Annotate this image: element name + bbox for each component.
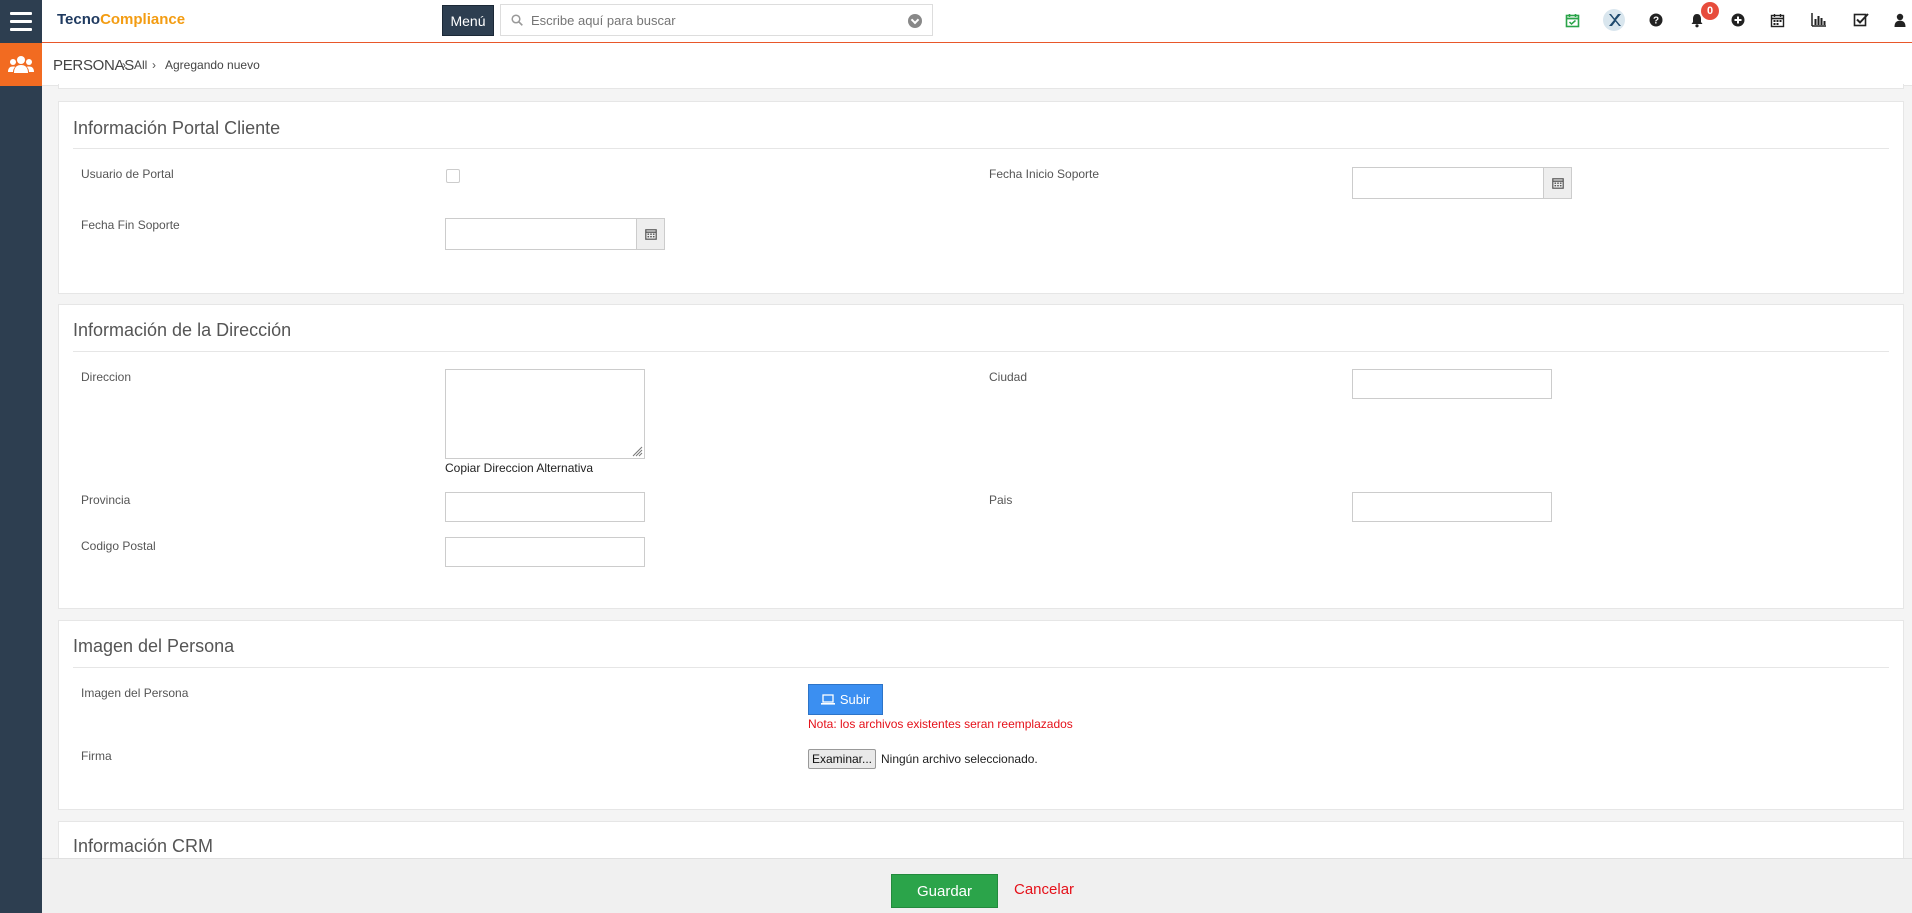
portal-panel-divider bbox=[73, 148, 1889, 149]
menu-button[interactable]: Menú bbox=[442, 5, 494, 36]
user-icon[interactable] bbox=[1889, 9, 1911, 31]
direccion-textarea[interactable] bbox=[445, 369, 645, 459]
contacts-module-icon[interactable] bbox=[0, 43, 42, 86]
address-panel-divider bbox=[73, 351, 1889, 352]
breadcrumb-all[interactable]: All bbox=[134, 58, 147, 72]
portal-panel: Información Portal Cliente bbox=[58, 101, 1904, 294]
crm-panel-title: Información CRM bbox=[73, 836, 214, 856]
provincia-label: Provincia bbox=[81, 493, 131, 507]
fecha-inicio-field[interactable] bbox=[1352, 167, 1572, 199]
browse-button[interactable]: Examinar... bbox=[808, 749, 876, 769]
codigo-postal-label: Codigo Postal bbox=[81, 539, 156, 553]
help-icon[interactable]: ? bbox=[1645, 9, 1667, 31]
image-panel: Imagen del Persona bbox=[58, 620, 1904, 810]
fecha-fin-label: Fecha Fin Soporte bbox=[81, 218, 180, 232]
direccion-label: Direccion bbox=[81, 370, 132, 384]
breadcrumb-current: Agregando nuevo bbox=[165, 58, 260, 72]
top-bar: TecnoCompliance Menú ? 0 bbox=[0, 0, 1912, 43]
notification-badge: 0 bbox=[1701, 2, 1719, 20]
breadcrumb-separator-icon: › bbox=[122, 58, 126, 72]
calendar-check-icon[interactable] bbox=[1561, 9, 1583, 31]
fecha-inicio-label: Fecha Inicio Soporte bbox=[989, 167, 1100, 181]
chevron-down-icon[interactable] bbox=[908, 14, 922, 28]
portal-panel-title: Información Portal Cliente bbox=[73, 118, 281, 138]
global-search[interactable] bbox=[500, 4, 933, 36]
usuario-portal-checkbox[interactable] bbox=[446, 169, 460, 183]
firma-label: Firma bbox=[81, 749, 112, 763]
logo-part-1: Tecno bbox=[57, 11, 101, 28]
breadcrumb: PERSONAS › All › Agregando nuevo bbox=[42, 43, 1912, 86]
codigo-postal-field[interactable] bbox=[445, 537, 645, 567]
plus-circle-icon[interactable] bbox=[1727, 9, 1749, 31]
breadcrumb-separator-icon: › bbox=[152, 58, 156, 72]
usuario-portal-label: Usuario de Portal bbox=[81, 167, 174, 181]
calendar-icon[interactable] bbox=[1543, 168, 1571, 198]
resize-grip-icon[interactable] bbox=[631, 445, 643, 457]
pais-label: Pais bbox=[989, 493, 1013, 507]
upload-label: Subir bbox=[839, 692, 871, 707]
laptop-icon bbox=[820, 694, 835, 705]
left-sidebar bbox=[0, 43, 42, 913]
bar-chart-icon[interactable] bbox=[1807, 9, 1829, 31]
fecha-fin-field[interactable] bbox=[445, 218, 665, 250]
previous-panel-edge bbox=[58, 84, 1904, 89]
upload-button[interactable]: Subir bbox=[808, 684, 883, 715]
hamburger-menu-icon[interactable] bbox=[0, 0, 42, 43]
logo-part-2: Compliance bbox=[100, 11, 186, 28]
ciudad-field[interactable] bbox=[1352, 369, 1552, 399]
app-logo[interactable]: TecnoCompliance bbox=[57, 11, 185, 28]
image-panel-divider bbox=[73, 667, 1889, 668]
x-logo-icon[interactable] bbox=[1602, 8, 1626, 32]
cancel-link[interactable]: Cancelar bbox=[1014, 881, 1074, 898]
checkbox-icon[interactable] bbox=[1850, 9, 1872, 31]
address-panel: Información de la Dirección bbox=[58, 304, 1904, 609]
ciudad-label: Ciudad bbox=[989, 370, 1028, 384]
svg-text:?: ? bbox=[1653, 16, 1659, 27]
search-icon bbox=[511, 14, 523, 26]
address-panel-title: Información de la Dirección bbox=[73, 320, 292, 340]
save-button[interactable]: Guardar bbox=[891, 874, 998, 908]
calendar-icon[interactable] bbox=[636, 219, 664, 249]
upload-note: Nota: los archivos existentes seran reem… bbox=[808, 717, 1073, 731]
copiar-direccion-link[interactable]: Copiar Direccion Alternativa bbox=[445, 461, 593, 475]
no-file-text: Ningún archivo seleccionado. bbox=[881, 752, 1038, 766]
image-panel-title: Imagen del Persona bbox=[73, 636, 235, 656]
pais-field[interactable] bbox=[1352, 492, 1552, 522]
imagen-persona-label: Imagen del Persona bbox=[81, 686, 189, 700]
provincia-field[interactable] bbox=[445, 492, 645, 522]
search-input[interactable] bbox=[531, 10, 901, 30]
calendar-icon[interactable] bbox=[1766, 9, 1788, 31]
